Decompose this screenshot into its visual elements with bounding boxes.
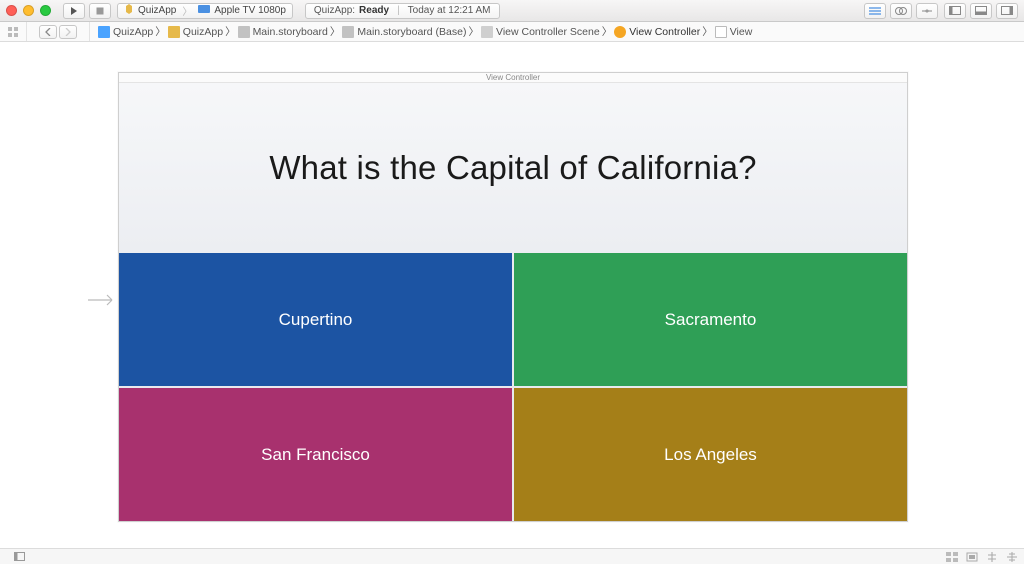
breadcrumb-item[interactable]: View Controller Scene [479,26,602,38]
breadcrumb-label: View [730,26,753,38]
ib-canvas-area[interactable]: View Controller What is the Capital of C… [0,42,1024,548]
window-traffic-lights [6,5,51,16]
scene-icon [481,26,493,38]
fold-icon [168,26,180,38]
close-window-button[interactable] [6,5,17,16]
vc-icon [614,26,626,38]
answer-label: Cupertino [279,310,353,330]
editor-version-button[interactable] [916,3,938,19]
breadcrumb-separator-icon: 〉 [155,24,166,39]
toggle-utilities-button[interactable] [996,3,1018,19]
scheme-device-label: Apple TV 1080p [214,5,286,16]
breadcrumb-item[interactable]: QuizApp [96,26,155,38]
related-items-icon[interactable] [6,27,20,37]
breadcrumb-separator-icon: 〉 [602,24,613,39]
outline-toggle-icon[interactable] [14,552,25,561]
question-label-container[interactable]: What is the Capital of California? [119,83,907,253]
answer-label: San Francisco [261,445,370,465]
breadcrumb-item[interactable]: View [713,26,755,38]
breadcrumb-item[interactable]: View Controller [612,26,702,38]
status-time-label: Today at 12:21 AM [408,5,491,16]
answer-label: Sacramento [665,310,757,330]
toggle-navigator-button[interactable] [944,3,966,19]
embed-in-icon[interactable] [966,552,978,562]
activity-view: QuizApp: Ready | Today at 12:21 AM [305,3,500,19]
breadcrumb-separator-icon: 〉 [702,24,713,39]
editor-assistant-button[interactable] [890,3,912,19]
story-icon [342,26,354,38]
breadcrumb-label: Main.storyboard (Base) [357,26,466,38]
stop-button[interactable] [89,3,111,19]
nav-back-button[interactable] [39,25,57,39]
jump-bar: QuizApp〉QuizApp〉Main.storyboard〉Main.sto… [0,22,1024,42]
initial-vc-arrow-icon [88,294,118,309]
canvas-config-icon[interactable] [946,552,958,562]
align-icon[interactable] [986,552,998,562]
answer-button[interactable]: San Francisco [119,388,512,521]
breadcrumb-item[interactable]: QuizApp [166,26,225,38]
answer-button[interactable]: Los Angeles [514,388,907,521]
breadcrumb-label: Main.storyboard [253,26,328,38]
zoom-window-button[interactable] [40,5,51,16]
scheme-selector[interactable]: QuizApp 〉 Apple TV 1080p [117,3,293,19]
answer-button[interactable]: Cupertino [119,253,512,386]
answer-button[interactable]: Sacramento [514,253,907,386]
status-app-label: QuizApp: [314,5,355,16]
minimize-window-button[interactable] [23,5,34,16]
answer-label: Los Angeles [664,445,757,465]
breadcrumb-label: View Controller Scene [496,26,600,38]
breadcrumb-item[interactable]: Main.storyboard (Base) [340,26,468,38]
view-icon [715,26,727,38]
question-label: What is the Capital of California? [269,149,756,187]
breadcrumb-label: QuizApp [113,26,153,38]
device-icon [198,5,210,16]
pin-constraints-icon[interactable] [1006,552,1018,562]
status-state-label: Ready [359,5,389,16]
breadcrumb-label: View Controller [629,26,700,38]
toggle-debug-area-button[interactable] [970,3,992,19]
scheme-app-label: QuizApp [138,5,176,16]
breadcrumb: QuizApp〉QuizApp〉Main.storyboard〉Main.sto… [96,24,754,39]
editor-standard-button[interactable] [864,3,886,19]
doc-icon [98,26,110,38]
story-icon [238,26,250,38]
breadcrumb-separator-icon: 〉 [225,24,236,39]
scene-title: View Controller [119,73,907,83]
breadcrumb-label: QuizApp [183,26,223,38]
xcode-toolbar: QuizApp 〉 Apple TV 1080p QuizApp: Ready … [0,0,1024,22]
scene-view-controller[interactable]: View Controller What is the Capital of C… [118,72,908,522]
nav-forward-button[interactable] [59,25,77,39]
answers-grid: Cupertino Sacramento San Francisco Los Ange… [119,253,907,521]
breadcrumb-separator-icon: 〉 [330,24,341,39]
breadcrumb-item[interactable]: Main.storyboard [236,26,330,38]
app-icon [124,4,134,17]
canvas-bottom-bar [0,548,1024,564]
breadcrumb-separator-icon: 〉 [469,24,480,39]
run-button[interactable] [63,3,85,19]
